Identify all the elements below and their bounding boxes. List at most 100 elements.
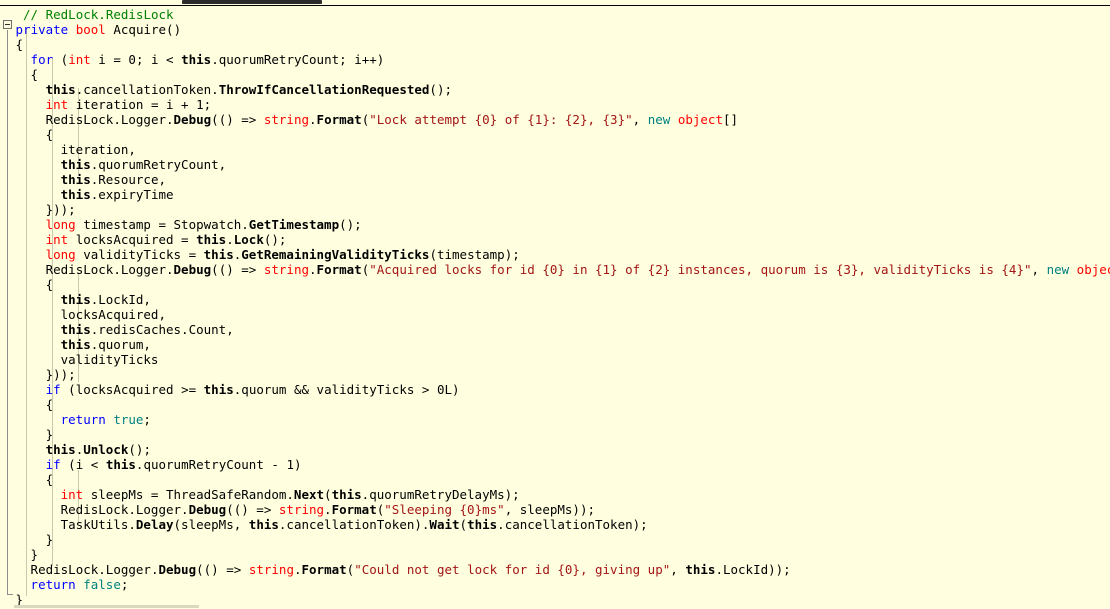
code-token-this: this — [203, 382, 234, 397]
code-line[interactable]: if (i < this.quorumRetryCount - 1) — [46, 457, 302, 472]
code-line[interactable]: for (int i = 0; i < this.quorumRetryCoun… — [31, 52, 385, 67]
code-token-keyword: return — [30, 577, 76, 592]
scrollbar-thumb-bottom[interactable] — [14, 605, 199, 608]
code-line[interactable]: this.quorum, — [61, 337, 151, 352]
code-token-plain: ) — [293, 457, 302, 472]
code-line[interactable]: { — [16, 37, 24, 52]
code-token-type: int — [68, 52, 91, 67]
code-token-this: this — [60, 322, 91, 337]
code-viewer-window: // RedLock.RedisLock private bool Acquire… — [0, 0, 1110, 609]
code-token-this: this — [45, 442, 76, 457]
code-token-plain: (locksAcquired >= — [60, 382, 204, 397]
code-line[interactable]: })); — [46, 202, 76, 217]
code-line[interactable]: RedisLock.Logger.Debug(() => string.Form… — [46, 112, 738, 127]
code-text-area[interactable]: // RedLock.RedisLock private bool Acquire… — [0, 5, 1110, 609]
code-token-plain: locksAcquired = — [68, 232, 197, 247]
code-line[interactable]: this.quorumRetryCount, — [61, 157, 227, 172]
code-token-plain: (() => — [211, 112, 264, 127]
code-token-plain: .LockId)); — [715, 562, 791, 577]
scrollbar-thumb-top[interactable] — [182, 0, 322, 4]
code-line[interactable]: return true; — [61, 412, 151, 427]
code-token-num: 0 — [128, 52, 136, 67]
code-token-member: Format — [301, 562, 347, 577]
code-line[interactable]: { — [46, 472, 54, 487]
code-line[interactable]: } — [46, 532, 54, 547]
horizontal-scrollbar-bottom[interactable] — [0, 605, 1110, 609]
code-token-keyword: if — [45, 382, 61, 397]
code-token-this: this — [60, 337, 91, 352]
code-token-member: Delay — [135, 517, 174, 532]
code-token-plain: (() => — [211, 262, 264, 277]
code-token-plain: .quorumRetryCount; i++) — [211, 52, 385, 67]
code-token-plain: .quorum && validityTicks > — [233, 382, 437, 397]
code-line[interactable]: RedisLock.Logger.Debug(() => string.Form… — [61, 502, 595, 517]
code-token-type: bool — [75, 22, 106, 37]
code-line[interactable]: } — [46, 427, 54, 442]
code-token-plain: } — [45, 427, 54, 442]
code-token-type: int — [45, 97, 69, 112]
code-line[interactable]: })); — [46, 367, 76, 382]
code-line[interactable]: } — [31, 547, 39, 562]
code-token-plain: RedisLock.Logger. — [45, 112, 174, 127]
code-line[interactable]: return false; — [31, 577, 129, 592]
code-token-plain: .redisCaches.Count, — [90, 322, 234, 337]
code-token-member: Debug — [173, 262, 212, 277]
code-token-member: Lock — [233, 232, 264, 247]
code-line[interactable]: { — [46, 127, 54, 142]
code-line[interactable]: locksAcquired, — [61, 307, 166, 322]
code-token-this: this — [467, 517, 498, 532]
code-token-plain: locksAcquired, — [60, 307, 166, 322]
code-token-string: "Could not get lock for id {0}, giving u… — [354, 562, 671, 577]
code-line[interactable]: private bool Acquire() — [16, 22, 182, 37]
code-line[interactable]: this.redisCaches.Count, — [61, 322, 234, 337]
code-line[interactable]: this.Unlock(); — [46, 442, 151, 457]
code-token-plain: (); — [339, 217, 362, 232]
code-token-member: Debug — [158, 562, 197, 577]
code-line[interactable]: long validityTicks = this.GetRemainingVa… — [46, 247, 520, 262]
code-token-type: object — [1076, 262, 1110, 277]
code-token-plain: { — [45, 397, 54, 412]
code-line[interactable]: RedisLock.Logger.Debug(() => string.Form… — [31, 562, 791, 577]
code-token-type: int — [45, 232, 69, 247]
code-line[interactable]: { — [46, 397, 54, 412]
code-line[interactable]: this.cancellationToken.ThrowIfCancellati… — [46, 82, 452, 97]
code-token-type: string — [263, 112, 310, 127]
code-line[interactable]: RedisLock.Logger.Debug(() => string.Form… — [46, 262, 1110, 277]
code-line[interactable]: validityTicks — [61, 352, 159, 367]
code-token-plain: { — [45, 277, 54, 292]
collapse-expand-icon[interactable] — [3, 20, 12, 29]
code-token-plain: TaskUtils. — [60, 517, 136, 532]
code-line[interactable]: iteration, — [61, 142, 136, 157]
code-line[interactable]: this.expiryTime — [61, 187, 174, 202]
code-line[interactable]: this.LockId, — [61, 292, 151, 307]
code-token-plain: [] — [722, 112, 739, 127]
code-token-plain: , sleepMs)); — [504, 502, 595, 517]
code-line[interactable]: int sleepMs = ThreadSafeRandom.Next(this… — [61, 487, 520, 502]
code-line[interactable]: { — [31, 67, 39, 82]
code-line[interactable]: { — [46, 277, 54, 292]
code-token-string: "Lock attempt {0} of {1}: {2}, {3}" — [369, 112, 633, 127]
code-line[interactable]: long timestamp = Stopwatch.GetTimestamp(… — [46, 217, 362, 232]
code-token-plain: } — [30, 547, 39, 562]
code-token-plain: .Resource, — [90, 172, 166, 187]
code-token-plain: . — [226, 232, 234, 247]
code-line[interactable]: this.Resource, — [61, 172, 166, 187]
code-token-num: 1 — [196, 97, 204, 112]
code-token-plain: { — [45, 127, 54, 142]
code-token-this: this — [196, 232, 227, 247]
code-token-string: "Sleeping {0}ms" — [384, 502, 505, 517]
code-token-plain: (); — [263, 232, 287, 247]
horizontal-scrollbar-top[interactable] — [0, 0, 1110, 6]
code-line[interactable]: TaskUtils.Delay(sleepMs, this.cancellati… — [61, 517, 648, 532]
code-line[interactable]: int iteration = i + 1; — [46, 97, 212, 112]
code-token-plain: timestamp = Stopwatch. — [75, 217, 249, 232]
code-token-plain: , — [1031, 262, 1047, 277]
code-line[interactable]: int locksAcquired = this.Lock(); — [46, 232, 287, 247]
code-token-keyword: for — [30, 52, 54, 67]
code-line[interactable]: if (locksAcquired >= this.quorum && vali… — [46, 382, 460, 397]
code-line[interactable]: // RedLock.RedisLock — [23, 7, 174, 22]
fold-guide-line — [7, 30, 8, 594]
code-token-member: Format — [331, 502, 377, 517]
code-token-member: Wait — [429, 517, 460, 532]
